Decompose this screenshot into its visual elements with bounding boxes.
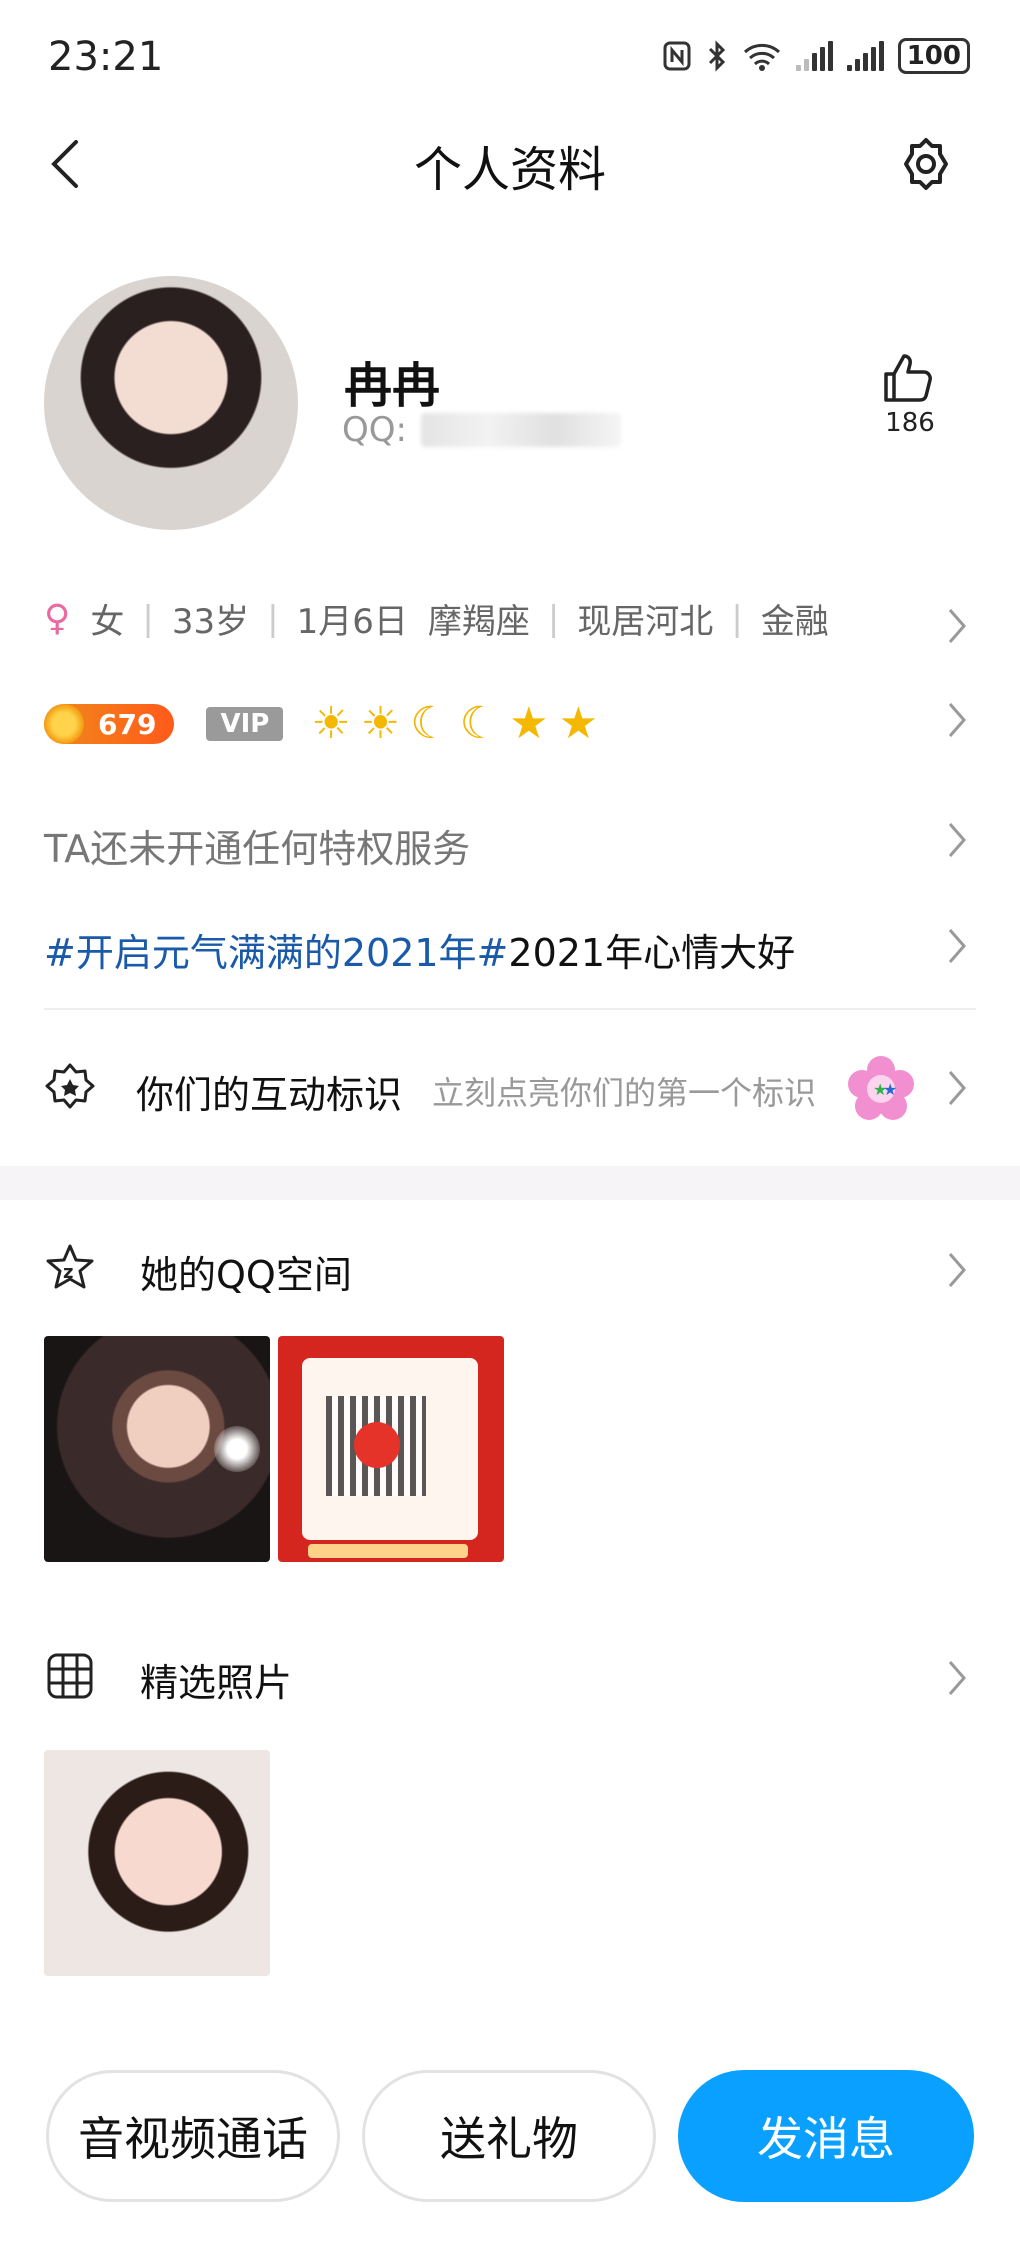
- page-title: 个人资料: [413, 142, 606, 198]
- moon-icon: ☾: [459, 698, 500, 749]
- coupon-banner: [308, 1544, 468, 1558]
- featured-photo-1[interactable]: [44, 1750, 270, 1976]
- signal-icon-2: [846, 41, 884, 71]
- info-divider: |: [267, 598, 279, 639]
- info-age: 33岁: [171, 602, 250, 642]
- level-value: 679: [98, 707, 157, 741]
- info-divider: |: [142, 598, 154, 639]
- star-icon: ★: [509, 698, 549, 749]
- level-badge: 679: [44, 704, 175, 744]
- qq-number: QQ:: [342, 410, 621, 450]
- light-glow: [214, 1426, 260, 1472]
- chevron-right-icon[interactable]: [946, 1250, 968, 1290]
- svg-text:★: ★: [883, 1080, 897, 1099]
- signature-text: 2021年心情大好: [508, 931, 796, 975]
- sun-icon: ☀: [360, 698, 401, 749]
- signature[interactable]: #开启元气满满的2021年#2021年心情大好: [44, 922, 795, 977]
- info-zodiac: 摩羯座: [427, 602, 530, 642]
- like-count: 186: [885, 408, 935, 438]
- badge-star-icon: [45, 1063, 95, 1109]
- signal-icon-1: [795, 41, 833, 71]
- chevron-right-icon[interactable]: [946, 700, 968, 740]
- status-time: 23:21: [48, 34, 164, 80]
- wifi-icon: [743, 43, 780, 71]
- interaction-hint[interactable]: 立刻点亮你们的第一个标识: [432, 1068, 816, 1114]
- info-birthday: 1月6日: [296, 602, 408, 642]
- send-message-button[interactable]: 发消息: [678, 2070, 974, 2202]
- status-icons: 100: [662, 38, 970, 74]
- featured-photos-label[interactable]: 精选照片: [140, 1652, 292, 1707]
- chevron-right-icon[interactable]: [946, 926, 968, 966]
- level-icons: ☀ ☀ ☾ ☾ ★ ★: [311, 700, 598, 748]
- gear-icon[interactable]: [898, 136, 954, 192]
- qzone-star-icon: z: [46, 1244, 94, 1289]
- interaction-label[interactable]: 你们的互动标识: [136, 1064, 402, 1119]
- section-gap: [0, 1166, 1020, 1200]
- level-row[interactable]: 679 VIP ☀ ☀ ☾ ☾ ★ ★: [44, 700, 598, 748]
- vip-badge: VIP: [206, 707, 284, 741]
- chevron-right-icon[interactable]: [946, 1068, 968, 1108]
- chevron-right-icon[interactable]: [946, 820, 968, 860]
- moon-icon: ☾: [410, 698, 450, 749]
- qq-label: QQ:: [342, 410, 407, 450]
- thumbs-up-icon[interactable]: [880, 352, 940, 404]
- signature-tag[interactable]: #开启元气满满的2021年#: [44, 931, 508, 975]
- info-divider: |: [547, 598, 560, 639]
- send-gift-button[interactable]: 送礼物: [362, 2070, 656, 2202]
- qzone-photo-1[interactable]: [44, 1336, 270, 1562]
- info-location: 现居河北: [577, 602, 714, 642]
- info-divider: |: [731, 598, 743, 639]
- svg-text:z: z: [63, 1262, 73, 1283]
- female-icon: ♀: [44, 598, 71, 639]
- avatar[interactable]: [44, 276, 298, 530]
- qzone-photo-2[interactable]: [278, 1336, 504, 1562]
- profile-name: 冉冉: [344, 358, 441, 414]
- nfc-icon: [663, 41, 691, 71]
- sun-icon: ☀: [311, 698, 351, 749]
- privilege-text[interactable]: TA还未开通任何特权服务: [44, 818, 470, 873]
- battery-indicator: 100: [897, 38, 970, 74]
- chevron-right-icon[interactable]: [946, 1658, 968, 1698]
- star-icon: ★: [558, 698, 599, 749]
- video-call-button[interactable]: 音视频通话: [46, 2070, 340, 2202]
- qr-logo: [354, 1422, 400, 1468]
- coin-icon: [44, 704, 84, 744]
- grid-icon: [47, 1653, 93, 1699]
- info-industry: 金融: [760, 602, 829, 642]
- profile-info-row[interactable]: ♀ 女 | 33岁 | 1月6日 摩羯座 | 现居河北 | 金融: [44, 594, 829, 643]
- info-gender: 女: [90, 602, 125, 642]
- chevron-right-icon[interactable]: [946, 606, 968, 646]
- flower-icon: ★★: [848, 1056, 914, 1120]
- qzone-label[interactable]: 她的QQ空间: [140, 1244, 352, 1299]
- bluetooth-icon: [708, 40, 725, 72]
- qq-number-blurred: [420, 413, 621, 447]
- divider: [44, 1008, 976, 1010]
